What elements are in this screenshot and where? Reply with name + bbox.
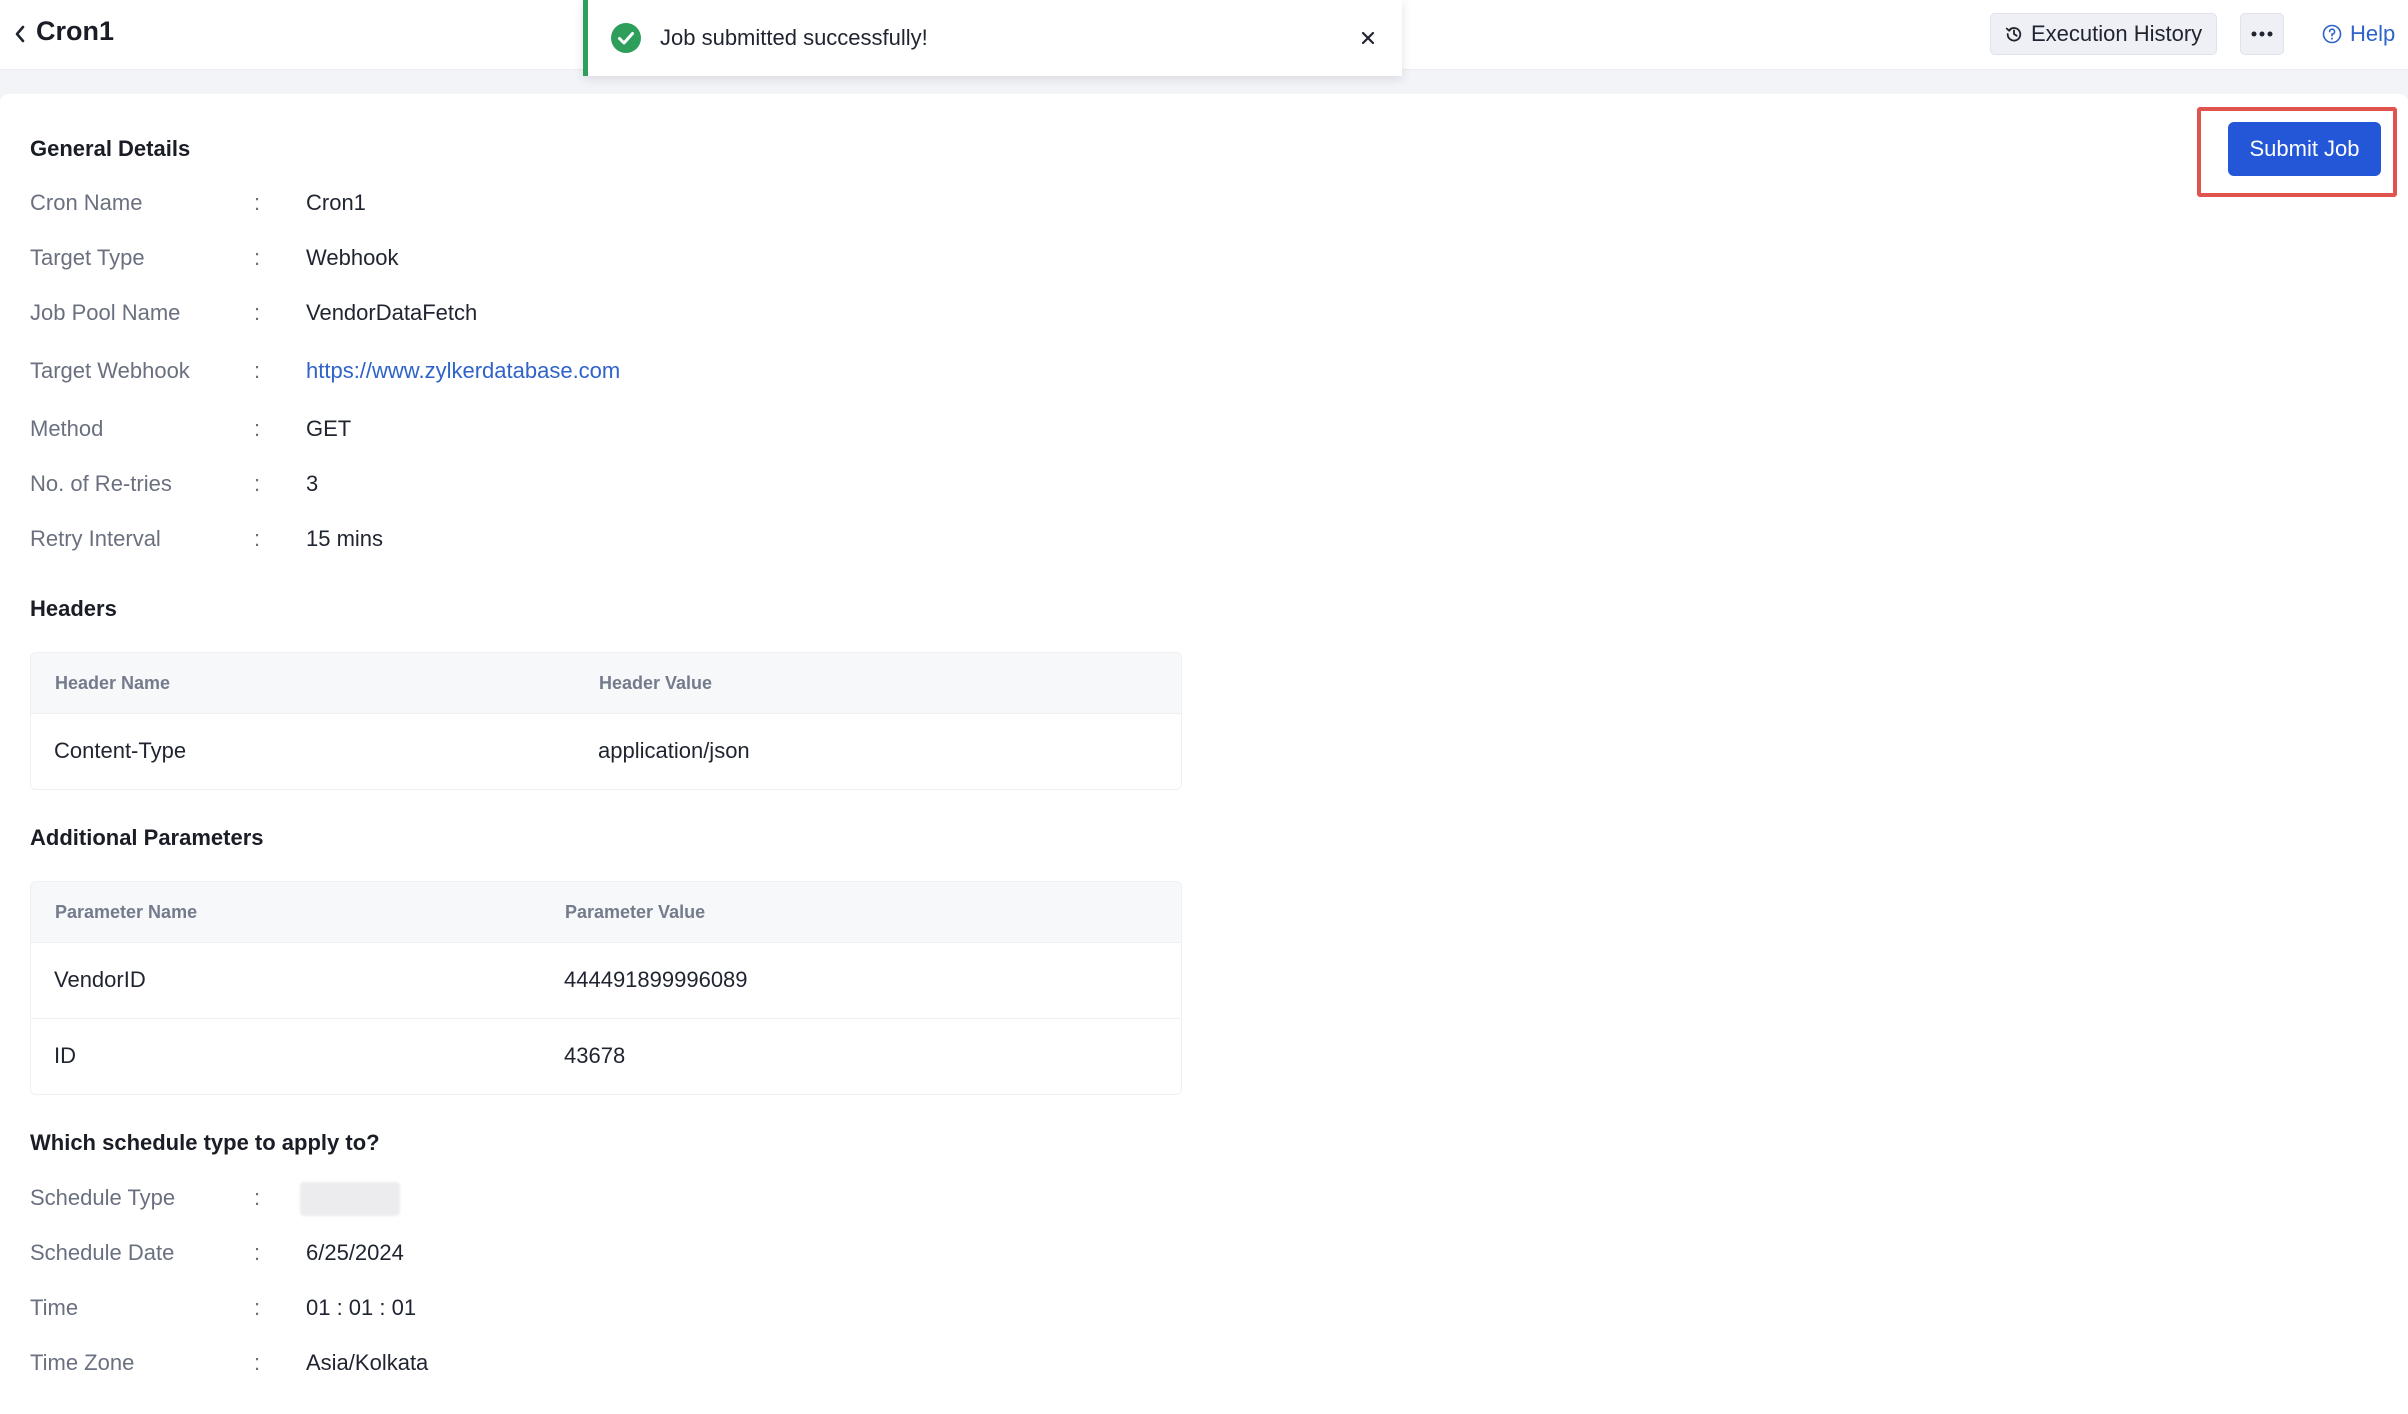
field-value-target-type: Webhook (306, 245, 399, 270)
headers-table: Header Name Header Value Content-Type ap… (30, 652, 1182, 790)
field-separator: : (254, 1350, 261, 1375)
field-label-schedule-type: Schedule Type (30, 1185, 176, 1210)
column-header-name: Header Name (55, 673, 171, 693)
table-row: VendorID 444491899996089 (31, 942, 1181, 1018)
field-value-target-webhook-link[interactable]: https://www.zylkerdatabase.com (306, 358, 620, 384)
cell-parameter-name: VendorID (54, 967, 146, 992)
cell-header-name: Content-Type (54, 738, 187, 763)
help-link[interactable]: Help (2322, 18, 2395, 50)
table-header-row: Parameter Name Parameter Value (31, 882, 1181, 942)
parameters-table: Parameter Name Parameter Value VendorID … (30, 881, 1182, 1095)
chevron-left-icon (15, 25, 25, 43)
field-separator: : (254, 416, 261, 441)
field-separator: : (254, 471, 261, 496)
field-separator: : (254, 526, 261, 551)
field-label-cron-name: Cron Name (30, 190, 143, 215)
more-horizontal-icon (2251, 31, 2273, 37)
field-label-job-pool-name: Job Pool Name (30, 300, 181, 325)
field-label-schedule-date: Schedule Date (30, 1240, 175, 1265)
field-label-target-webhook: Target Webhook (30, 358, 190, 383)
table-row: ID 43678 (31, 1018, 1181, 1094)
field-label-time: Time (30, 1295, 79, 1320)
headers-heading: Headers (30, 596, 117, 621)
cell-parameter-value: 444491899996089 (564, 967, 748, 992)
back-button[interactable] (6, 18, 34, 50)
column-header-parameter-name: Parameter Name (55, 902, 198, 922)
field-label-target-type: Target Type (30, 245, 145, 270)
field-value-retries: 3 (306, 471, 319, 496)
field-separator: : (254, 1185, 261, 1210)
field-separator: : (254, 358, 261, 383)
schedule-type-value-redacted (300, 1182, 400, 1216)
field-value-job-pool-name: VendorDataFetch (306, 300, 478, 325)
submit-job-button[interactable]: Submit Job (2228, 122, 2381, 176)
schedule-heading: Which schedule type to apply to? (30, 1130, 380, 1155)
history-icon (2005, 27, 2022, 42)
field-value-schedule-date: 6/25/2024 (306, 1240, 404, 1265)
check-circle-icon (611, 23, 641, 53)
additional-parameters-heading: Additional Parameters (30, 825, 264, 850)
field-separator: : (254, 1240, 261, 1265)
execution-history-button[interactable]: Execution History (1990, 13, 2218, 55)
field-value-time: 01 : 01 : 01 (306, 1295, 417, 1320)
toast-message: Job submitted successfully! (660, 25, 928, 50)
field-value-retry-interval: 15 mins (306, 526, 384, 551)
close-icon (1361, 31, 1375, 45)
field-value-cron-name: Cron1 (306, 190, 366, 215)
cell-parameter-name: ID (54, 1043, 76, 1068)
success-toast: Job submitted successfully! (583, 0, 1402, 76)
field-value-method: GET (306, 416, 352, 441)
cell-header-value: application/json (598, 738, 750, 763)
table-header-row: Header Name Header Value (31, 653, 1181, 713)
field-label-retry-interval: Retry Interval (30, 526, 161, 551)
column-header-value: Header Value (599, 673, 713, 693)
field-separator: : (254, 245, 261, 270)
page-title: Cron1 (36, 16, 115, 46)
field-label-time-zone: Time Zone (30, 1350, 135, 1375)
field-separator: : (254, 1295, 261, 1320)
job-details-panel: Submit Job General Details Cron Name : C… (0, 94, 2408, 1414)
execution-history-label: Execution History (2031, 21, 2203, 46)
field-separator: : (254, 190, 261, 215)
field-value-time-zone: Asia/Kolkata (306, 1350, 429, 1375)
help-label: Help (2350, 21, 2396, 46)
cell-parameter-value: 43678 (564, 1043, 626, 1068)
column-header-parameter-value: Parameter Value (565, 902, 706, 922)
general-details-heading: General Details (30, 136, 191, 161)
more-options-button[interactable] (2240, 13, 2284, 55)
toast-close-button[interactable] (1356, 26, 1380, 50)
field-label-method: Method (30, 416, 104, 441)
field-separator: : (254, 300, 261, 325)
field-label-retries: No. of Re-tries (30, 471, 172, 496)
help-circle-icon (2322, 24, 2342, 44)
table-row: Content-Type application/json (31, 713, 1181, 789)
